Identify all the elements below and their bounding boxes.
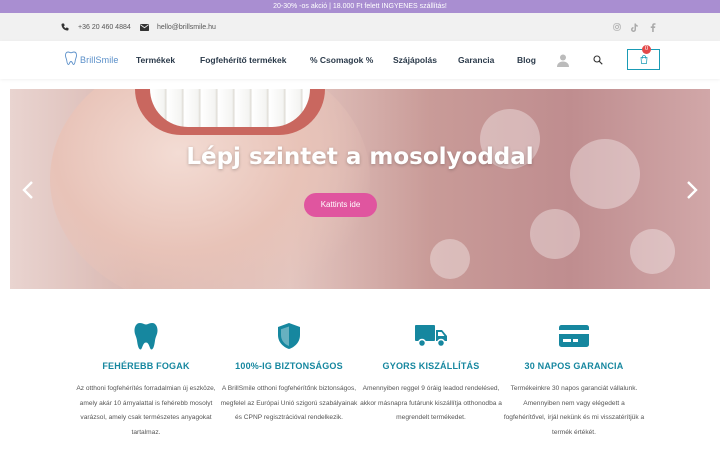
shield-icon bbox=[214, 320, 364, 352]
feature-title: 30 NAPOS GARANCIA bbox=[524, 361, 624, 371]
tooth-icon bbox=[71, 320, 221, 352]
truck-icon bbox=[356, 320, 506, 352]
hero-cta-button[interactable]: Kattints ide bbox=[304, 193, 377, 217]
feature-fast-shipping: GYORS KISZÁLLÍTÁS Amennyiben reggel 9 ór… bbox=[356, 320, 506, 426]
email-contact[interactable]: hello@brillsmile.hu bbox=[139, 13, 216, 41]
slider-prev-arrow[interactable] bbox=[19, 177, 37, 203]
cart-count-badge: 0 bbox=[642, 45, 651, 54]
bokeh-light bbox=[530, 209, 580, 259]
slider-next-arrow[interactable] bbox=[683, 177, 701, 203]
tiktok-icon[interactable] bbox=[628, 13, 640, 41]
phone-number: +36 20 460 4884 bbox=[78, 23, 131, 31]
feature-text: Amennyiben reggel 9 óráig leadod rendelé… bbox=[360, 385, 502, 421]
contact-bar: +36 20 460 4884 hello@brillsmile.hu bbox=[0, 13, 720, 41]
phone-icon bbox=[60, 22, 70, 32]
nav-item-csomagok[interactable]: % Csomagok % bbox=[310, 41, 373, 79]
feature-title: 100%-IG BIZTONSÁGOS bbox=[235, 361, 343, 371]
phone-contact[interactable]: +36 20 460 4884 bbox=[60, 13, 131, 41]
search-icon[interactable] bbox=[590, 52, 606, 68]
feature-text: A BrillSmile otthoni fogfehérítőnk bizto… bbox=[220, 385, 358, 421]
tooth-logo-icon bbox=[65, 51, 77, 70]
feature-title: FEHÉREBB FOGAK bbox=[102, 361, 190, 371]
main-navigation: BrillSmile Termékek Fogfehérítő termékek… bbox=[0, 41, 720, 79]
feature-text: Az otthoni fogfehérítés forradalmian új … bbox=[76, 385, 216, 436]
feature-guarantee: 30 NAPOS GARANCIA Termékeinkre 30 napos … bbox=[499, 320, 649, 440]
nav-item-termekek[interactable]: Termékek bbox=[136, 41, 175, 79]
feature-whiter-teeth: FEHÉREBB FOGAK Az otthoni fogfehérítés f… bbox=[71, 320, 221, 440]
feature-title: GYORS KISZÁLLÍTÁS bbox=[382, 361, 480, 371]
promo-text: 20-30% -os akció | 18.000 Ft felett INGY… bbox=[273, 3, 447, 10]
nav-item-garancia[interactable]: Garancia bbox=[458, 41, 494, 79]
nav-item-fogfeherito-termekek[interactable]: Fogfehérítő termékek bbox=[200, 41, 286, 79]
hero-title: Lépj szintet a mosolyoddal bbox=[186, 144, 534, 170]
logo-text: BrillSmile bbox=[80, 55, 119, 65]
envelope-icon bbox=[139, 22, 149, 32]
email-address: hello@brillsmile.hu bbox=[157, 23, 216, 31]
facebook-icon[interactable] bbox=[647, 13, 659, 41]
user-account-icon[interactable] bbox=[555, 52, 571, 68]
logo[interactable]: BrillSmile bbox=[65, 51, 119, 70]
feature-safe: 100%-IG BIZTONSÁGOS A BrillSmile otthoni… bbox=[214, 320, 364, 426]
instagram-icon[interactable] bbox=[611, 13, 623, 41]
nav-item-szajapolas[interactable]: Szájápolás bbox=[393, 41, 437, 79]
bokeh-light bbox=[430, 239, 470, 279]
hero-slider: Lépj szintet a mosolyoddal Kattints ide bbox=[10, 89, 710, 289]
nav-item-blog[interactable]: Blog bbox=[517, 41, 536, 79]
bokeh-light bbox=[630, 229, 675, 274]
feature-text: Termékeinkre 30 napos garanciát vállalun… bbox=[503, 385, 645, 436]
credit-card-icon bbox=[499, 320, 649, 352]
hero-smile-teeth bbox=[150, 89, 310, 127]
cart-button[interactable]: 0 bbox=[627, 45, 660, 70]
promo-bar: 20-30% -os akció | 18.000 Ft felett INGY… bbox=[0, 0, 720, 13]
